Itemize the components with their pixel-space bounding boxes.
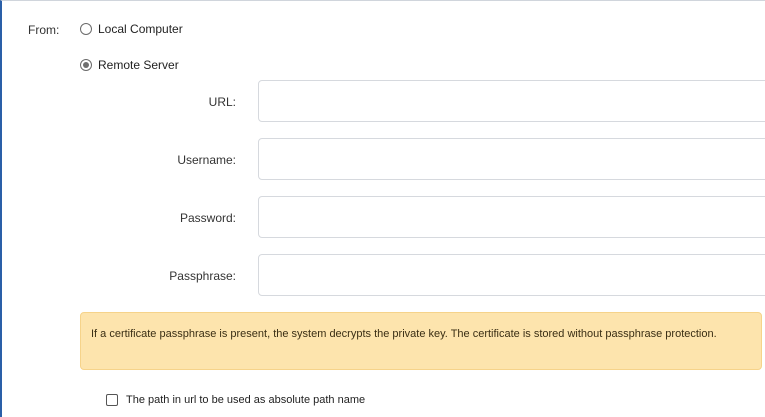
- remote-server-radio-option[interactable]: Remote Server: [80, 58, 179, 72]
- username-input[interactable]: [258, 138, 765, 180]
- upload-panel: From: Local Computer Remote Server URL: …: [0, 0, 765, 417]
- url-label: URL:: [208, 95, 236, 109]
- url-input[interactable]: [258, 80, 765, 122]
- absolute-path-checkbox[interactable]: [106, 394, 118, 406]
- password-input[interactable]: [258, 196, 765, 238]
- absolute-path-option[interactable]: The path in url to be used as absolute p…: [106, 394, 365, 406]
- absolute-path-label: The path in url to be used as absolute p…: [126, 394, 366, 406]
- local-computer-label: Local Computer: [98, 22, 183, 36]
- passphrase-notice-text: If a certificate passphrase is present, …: [91, 328, 717, 340]
- username-label: Username:: [177, 153, 236, 167]
- remote-server-radio[interactable]: [80, 59, 92, 71]
- passphrase-input[interactable]: [258, 254, 765, 296]
- local-computer-radio[interactable]: [80, 23, 92, 35]
- passphrase-label: Passphrase:: [169, 269, 236, 283]
- password-label: Password:: [179, 211, 236, 225]
- passphrase-notice: If a certificate passphrase is present, …: [80, 312, 762, 370]
- local-computer-radio-option[interactable]: Local Computer: [80, 22, 183, 36]
- from-label: From:: [28, 23, 60, 37]
- remote-server-label: Remote Server: [98, 58, 179, 72]
